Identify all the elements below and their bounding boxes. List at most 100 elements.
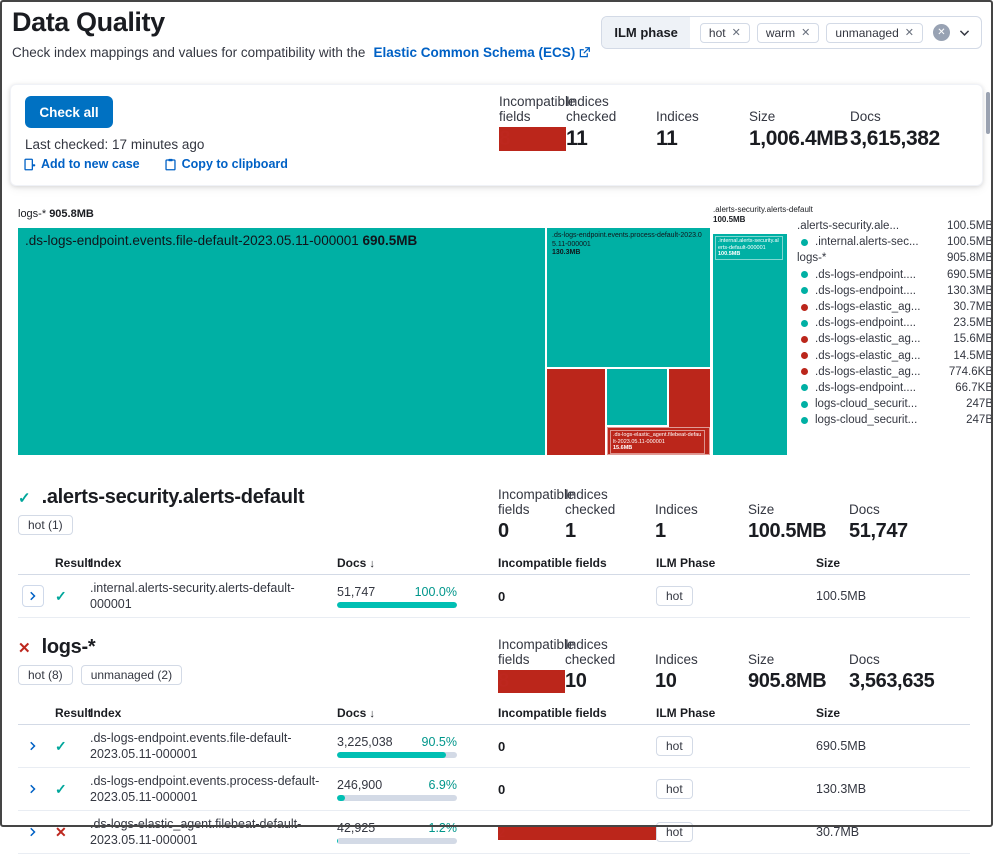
- legend-item[interactable]: .ds-logs-endpoint....690.5MB: [797, 267, 993, 283]
- series-dot-icon: [801, 384, 808, 391]
- copy-to-clipboard-link[interactable]: Copy to clipboard: [164, 157, 288, 171]
- stat-size: Size1,006.4MB: [749, 94, 850, 151]
- check-icon: ✓: [55, 781, 90, 798]
- table-header: Result Index Docs↓ Incompatible fields I…: [18, 706, 970, 725]
- page-title: Data Quality: [12, 7, 165, 38]
- table-row: ✓ .ds-logs-endpoint.events.file-default-…: [18, 725, 970, 768]
- docs-progress-bar: [337, 795, 457, 801]
- index-size: 30.7MB: [816, 825, 970, 839]
- legend-item[interactable]: .ds-logs-elastic_ag...15.6MB: [797, 331, 993, 347]
- index-name: .ds-logs-endpoint.events.process-default…: [90, 773, 337, 805]
- check-icon: ✓: [55, 738, 90, 755]
- series-dot-icon: [801, 336, 808, 343]
- docs-sort-header[interactable]: Docs↓: [337, 556, 460, 570]
- expand-row-button[interactable]: [22, 585, 44, 607]
- legend-item[interactable]: .ds-logs-endpoint....130.3MB: [797, 283, 993, 299]
- treemap-block-file-default[interactable]: .ds-logs-endpoint.events.file-default-20…: [18, 228, 545, 455]
- treemap-group-label-logs: logs-* 905.8MB: [18, 208, 94, 220]
- expand-row-button[interactable]: [22, 735, 44, 757]
- indices-table-alerts: Result Index Docs↓ Incompatible fields I…: [18, 556, 970, 618]
- stat-docs: Docs3,615,382: [850, 94, 980, 151]
- filter-pill-unmanaged[interactable]: unmanaged✕: [826, 23, 923, 43]
- ilm-phase-pills: hot✕ warm✕ unmanaged✕: [690, 23, 933, 43]
- check-icon: ✓: [55, 588, 90, 605]
- series-dot-icon: [801, 287, 808, 294]
- filter-pill-warm[interactable]: warm✕: [757, 23, 820, 43]
- series-dot-icon: [801, 401, 808, 408]
- ilm-phase-badge: hot: [656, 736, 693, 756]
- treemap-block-filebeat[interactable]: .ds-logs-elastic_agent.filebeat-default-…: [607, 427, 710, 455]
- stat-incompatible-fields: Incompatible fields8: [498, 637, 565, 693]
- add-to-new-case-link[interactable]: Add to new case: [23, 157, 140, 171]
- x-icon: ✕: [55, 824, 90, 841]
- ecs-link[interactable]: Elastic Common Schema (ECS): [373, 45, 590, 60]
- ilm-badge: hot (1): [18, 515, 73, 535]
- stat-indices: Indices11: [656, 94, 749, 151]
- stat-indices: Indices10: [655, 637, 748, 693]
- check-icon: ✓: [18, 489, 31, 507]
- clear-filter-button[interactable]: ✕: [933, 24, 950, 41]
- index-size: 130.3MB: [816, 782, 970, 796]
- summary-stats: Incompatible fields8 Indices checked11 I…: [499, 94, 980, 151]
- treemap-block-process-default[interactable]: .ds-logs-endpoint.events.process-default…: [547, 228, 710, 367]
- x-icon: ✕: [18, 639, 31, 657]
- pattern-stats: Incompatible fields8 Indices checked10 I…: [498, 637, 979, 693]
- remove-pill-icon[interactable]: ✕: [905, 26, 914, 39]
- stat-incompatible-fields: Incompatible fields0: [498, 487, 565, 543]
- docs-cell: 3,225,03890.5%: [337, 735, 460, 758]
- page-subtitle: Check index mappings and values for comp…: [12, 45, 590, 60]
- expand-row-button[interactable]: [22, 778, 44, 800]
- legend-item[interactable]: .ds-logs-elastic_ag...774.6KB: [797, 364, 993, 380]
- index-name: .ds-logs-elastic_agent.filebeat-default-…: [90, 816, 337, 848]
- clipboard-icon: [164, 158, 177, 171]
- check-all-button[interactable]: Check all: [25, 96, 113, 128]
- legend-item[interactable]: logs-cloud_securit...247B: [797, 412, 993, 428]
- chevron-down-icon[interactable]: [958, 26, 971, 39]
- pattern-title: logs-*: [42, 636, 96, 659]
- last-checked-text: Last checked: 17 minutes ago: [25, 137, 204, 152]
- stat-indices: Indices1: [655, 487, 748, 543]
- ilm-phase-badge: hot: [656, 822, 693, 842]
- legend-item[interactable]: .ds-logs-endpoint....66.7KB: [797, 380, 993, 396]
- treemap-block-endpoint-small[interactable]: [607, 369, 667, 425]
- series-dot-icon: [801, 239, 808, 246]
- legend-group[interactable]: logs-*905.8MB: [797, 250, 993, 266]
- pattern-section-alerts: ✓ .alerts-security.alerts-default hot (1…: [18, 486, 970, 535]
- treemap-block-internal-alerts[interactable]: .internal.alerts-security.alerts-default…: [713, 234, 787, 455]
- subtitle-text: Check index mappings and values for comp…: [12, 45, 365, 60]
- stat-size: Size100.5MB: [748, 487, 849, 543]
- remove-pill-icon[interactable]: ✕: [801, 26, 810, 39]
- expand-row-button[interactable]: [22, 821, 44, 843]
- series-dot-icon: [801, 271, 808, 278]
- storage-treemap: logs-* 905.8MB .ds-logs-endpoint.events.…: [18, 205, 975, 455]
- incompatible-count: 0: [498, 739, 656, 754]
- table-row: ✓ .internal.alerts-security.alerts-defau…: [18, 575, 970, 618]
- legend-item[interactable]: .internal.alerts-sec...100.5MB: [797, 234, 993, 250]
- sort-desc-icon: ↓: [369, 708, 375, 720]
- stat-indices-checked: Indices checked10: [565, 637, 655, 693]
- legend-item[interactable]: .ds-logs-elastic_ag...30.7MB: [797, 299, 993, 315]
- legend-item[interactable]: logs-cloud_securit...247B: [797, 396, 993, 412]
- treemap-legend: .alerts-security.ale...100.5MB .internal…: [797, 218, 993, 428]
- scrollbar-thumb[interactable]: [986, 92, 990, 134]
- case-icon: [23, 158, 36, 171]
- index-name: .internal.alerts-security.alerts-default…: [90, 580, 337, 612]
- legend-group[interactable]: .alerts-security.ale...100.5MB: [797, 218, 993, 234]
- index-size: 690.5MB: [816, 739, 970, 753]
- ilm-phase-filter[interactable]: ILM phase hot✕ warm✕ unmanaged✕ ✕: [601, 16, 982, 49]
- ilm-phase-filter-label: ILM phase: [602, 17, 690, 48]
- legend-item[interactable]: .ds-logs-endpoint....23.5MB: [797, 315, 993, 331]
- index-name: .ds-logs-endpoint.events.file-default-20…: [90, 730, 337, 762]
- docs-cell: 42,9251.2%: [337, 821, 460, 844]
- legend-item[interactable]: .ds-logs-elastic_ag...14.5MB: [797, 348, 993, 364]
- docs-sort-header[interactable]: Docs↓: [337, 706, 460, 720]
- stat-docs: Docs51,747: [849, 487, 979, 543]
- table-header: Result Index Docs↓ Incompatible fields I…: [18, 556, 970, 575]
- incompatible-count: 0: [498, 589, 656, 604]
- treemap-block-elastic-agent-1[interactable]: [547, 369, 605, 455]
- series-dot-icon: [801, 320, 808, 327]
- filter-pill-hot[interactable]: hot✕: [700, 23, 750, 43]
- stat-indices-checked: Indices checked11: [566, 94, 656, 151]
- remove-pill-icon[interactable]: ✕: [732, 26, 741, 39]
- docs-progress-bar: [337, 838, 457, 844]
